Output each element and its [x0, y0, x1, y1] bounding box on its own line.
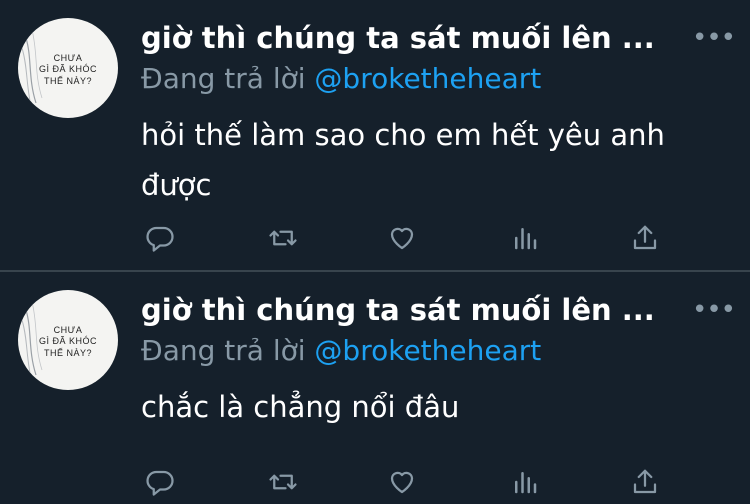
share-button[interactable] — [625, 218, 665, 258]
tweet-actions — [0, 218, 750, 258]
replying-to: Đang trả lời @broketheheart — [141, 60, 541, 98]
author-name[interactable]: giờ thì chúng ta sát muối lên ... — [141, 18, 655, 58]
retweet-button[interactable] — [263, 218, 303, 258]
avatar-caption-line: CHƯA — [53, 325, 83, 335]
like-icon — [390, 227, 414, 250]
reply-handle-link[interactable]: @broketheheart — [314, 334, 541, 367]
reply-icon — [146, 226, 174, 252]
reply-button[interactable] — [140, 218, 180, 258]
retweet-button[interactable] — [263, 462, 303, 502]
retweet-icon — [269, 230, 297, 246]
stats-button[interactable] — [505, 462, 545, 502]
tweet-text: chắc là chẳng nổi đâu — [141, 390, 460, 424]
replying-to: Đang trả lời @broketheheart — [141, 332, 541, 370]
stats-icon — [515, 228, 537, 250]
avatar[interactable]: CHƯA GÌ ĐÃ KHÓC THẾ NÀY? — [18, 18, 118, 118]
share-icon — [633, 469, 657, 494]
avatar-caption-line: THẾ NÀY? — [43, 348, 92, 358]
stats-icon — [515, 472, 537, 494]
reply-icon — [146, 470, 174, 496]
avatar-caption-line: GÌ ĐÃ KHÓC — [38, 64, 97, 74]
reply-button[interactable] — [140, 462, 180, 502]
avatar-caption-line: GÌ ĐÃ KHÓC — [38, 336, 97, 346]
tweet[interactable]: CHƯA GÌ ĐÃ KHÓC THẾ NÀY? giờ thì chúng t… — [0, 0, 750, 270]
like-icon — [390, 471, 414, 494]
share-button[interactable] — [625, 462, 665, 502]
like-button[interactable] — [382, 462, 422, 502]
reply-handle-link[interactable]: @broketheheart — [314, 62, 541, 95]
like-button[interactable] — [382, 218, 422, 258]
more-dots-icon[interactable]: ••• — [692, 290, 736, 330]
more-dots-icon[interactable]: ••• — [692, 18, 736, 58]
timeline: CHƯA GÌ ĐÃ KHÓC THẾ NÀY? giờ thì chúng t… — [0, 0, 750, 504]
avatar-caption-line: THẾ NÀY? — [43, 76, 92, 86]
tweet[interactable]: CHƯA GÌ ĐÃ KHÓC THẾ NÀY? giờ thì chúng t… — [0, 272, 750, 504]
reply-prefix: Đang trả lời — [141, 334, 306, 367]
stats-button[interactable] — [505, 218, 545, 258]
avatar-caption-line: CHƯA — [53, 53, 83, 63]
author-name[interactable]: giờ thì chúng ta sát muối lên ... — [141, 290, 655, 330]
reply-prefix: Đang trả lời — [141, 62, 306, 95]
tweet-actions — [0, 462, 750, 502]
share-icon — [633, 225, 657, 250]
avatar[interactable]: CHƯA GÌ ĐÃ KHÓC THẾ NÀY? — [18, 290, 118, 390]
retweet-icon — [269, 474, 297, 490]
tweet-text: hỏi thế làm sao cho em hết yêu anh được — [141, 118, 665, 202]
